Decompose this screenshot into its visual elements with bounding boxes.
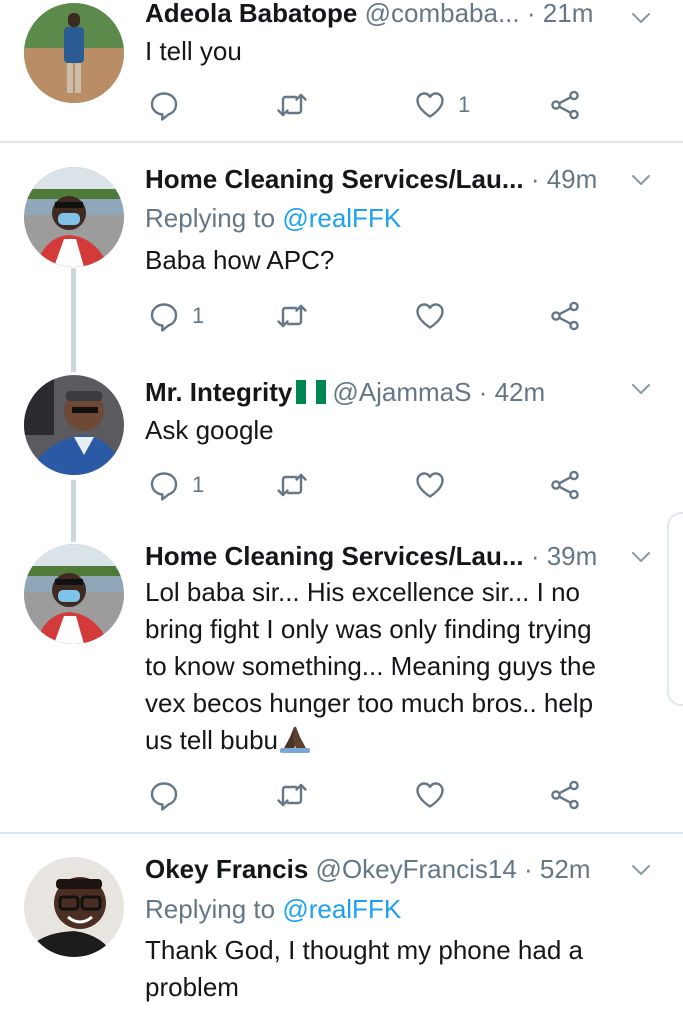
chevron-down-icon[interactable] [629, 377, 653, 401]
tweet-actions: 1 [145, 465, 605, 505]
retweet-button[interactable] [276, 296, 308, 336]
tweet-text-line: to know something... Meaning guys the [145, 651, 596, 681]
user-handle[interactable]: @combaba... [365, 0, 520, 28]
tweet-text-line: us tell bubu [145, 725, 278, 755]
reply-button[interactable] [148, 775, 180, 815]
reply-icon [148, 300, 180, 332]
display-name[interactable]: Adeola Babatope [145, 0, 357, 28]
avatar[interactable] [24, 167, 124, 267]
tweet-text-line: vex becos hunger too much bros.. help [145, 688, 594, 718]
chevron-down-icon[interactable] [629, 168, 653, 192]
tweet-text-line-last: us tell bubu [145, 722, 655, 759]
tweet-text: Ask google [145, 415, 274, 445]
replying-to-label: Replying to [145, 894, 276, 924]
tweet-text-line: Thank God, I thought my phone had a [145, 935, 583, 965]
tweet-header: Adeola Babatope @combaba... · 21m [145, 0, 643, 30]
heart-icon [414, 300, 446, 332]
mention-link[interactable]: @realFFK [282, 203, 401, 233]
praying-hands-emoji [279, 727, 310, 753]
avatar[interactable] [24, 375, 124, 475]
tweet-text: Thank God, I thought my phone had a prob… [145, 932, 655, 1006]
reply-icon [148, 89, 180, 121]
like-button[interactable]: 1 [414, 85, 470, 125]
retweet-icon [276, 779, 308, 811]
tweet-text-line: problem [145, 972, 239, 1002]
display-name[interactable]: Mr. Integrity [145, 377, 292, 407]
avatar[interactable] [24, 3, 124, 103]
user-handle[interactable]: @OkeyFrancis14 [316, 854, 517, 884]
heart-icon [414, 89, 446, 121]
reply-icon [148, 469, 180, 501]
separator-dot: · [526, 0, 536, 28]
replying-to: Replying to @realFFK [145, 201, 401, 235]
share-icon [549, 89, 581, 121]
like-button[interactable] [414, 296, 446, 336]
scroll-handle[interactable] [667, 512, 683, 706]
chevron-down-icon[interactable] [629, 858, 653, 882]
tweet[interactable]: Okey Francis @OkeyFrancis14 · 52m Replyi… [0, 834, 683, 1023]
retweet-icon [276, 300, 308, 332]
like-button[interactable] [414, 775, 446, 815]
tweet-text: Lol baba sir... His excellence sir... I … [145, 574, 655, 759]
chevron-down-icon[interactable] [629, 545, 653, 569]
reply-count: 1 [192, 472, 205, 497]
retweet-button[interactable] [276, 775, 308, 815]
timestamp[interactable]: 42m [495, 377, 546, 407]
avatar[interactable] [24, 857, 124, 957]
tweet[interactable]: Home Cleaning Services/Lau... · 39m Lol … [0, 538, 683, 828]
like-count: 1 [458, 92, 471, 117]
reply-button[interactable]: 1 [148, 465, 204, 505]
retweet-icon [276, 469, 308, 501]
retweet-button[interactable] [276, 465, 308, 505]
tweet-text: Baba how APC? [145, 245, 335, 275]
share-icon [549, 469, 581, 501]
tweet-actions [145, 775, 605, 815]
nigeria-flag-icon [296, 378, 327, 404]
separator-dot: · [524, 854, 533, 884]
reply-count: 1 [192, 303, 205, 328]
user-handle[interactable]: @AjammaS [332, 377, 471, 407]
tweet[interactable]: Mr. Integrity @AjammaS · 42m Ask google 1 [0, 360, 683, 525]
display-name[interactable]: Home Cleaning Services/Lau... [145, 164, 524, 194]
separator-dot: · [530, 164, 540, 194]
tweet-text: I tell you [145, 36, 242, 66]
chevron-down-icon[interactable] [629, 6, 653, 30]
share-button[interactable] [549, 775, 581, 815]
tweet-text-line: bring fight I only was only finding tryi… [145, 614, 592, 644]
reply-icon [148, 779, 180, 811]
timestamp[interactable]: 39m [547, 541, 598, 571]
share-button[interactable] [549, 85, 581, 125]
tweet-header: Okey Francis @OkeyFrancis14 · 52m [145, 852, 643, 886]
tweet-actions: 1 [145, 296, 605, 336]
tweet-header: Home Cleaning Services/Lau... · 49m [145, 162, 643, 196]
replying-to-label: Replying to [145, 203, 276, 233]
avatar[interactable] [24, 544, 124, 644]
tweet[interactable]: Adeola Babatope @combaba... · 21m I tell… [0, 0, 683, 140]
timestamp[interactable]: 52m [540, 854, 591, 884]
retweet-icon [276, 89, 308, 121]
reply-button[interactable] [148, 85, 180, 125]
tweet-actions: 1 [145, 85, 605, 125]
like-button[interactable] [414, 465, 446, 505]
timestamp[interactable]: 21m [543, 0, 594, 28]
tweet-header: Home Cleaning Services/Lau... · 39m [145, 539, 643, 573]
share-icon [549, 779, 581, 811]
share-button[interactable] [549, 465, 581, 505]
display-name[interactable]: Home Cleaning Services/Lau... [145, 541, 524, 571]
tweet-text-line: Lol baba sir... His excellence sir... I … [145, 577, 580, 607]
tweet-header: Mr. Integrity @AjammaS · 42m [145, 375, 643, 409]
replying-to: Replying to @realFFK [145, 892, 401, 926]
tweet[interactable]: Home Cleaning Services/Lau... · 49m Repl… [0, 143, 683, 348]
mention-link[interactable]: @realFFK [282, 894, 401, 924]
heart-icon [414, 469, 446, 501]
display-name[interactable]: Okey Francis [145, 854, 308, 884]
separator-dot: · [530, 541, 540, 571]
share-icon [549, 300, 581, 332]
share-button[interactable] [549, 296, 581, 336]
retweet-button[interactable] [276, 85, 308, 125]
timestamp[interactable]: 49m [547, 164, 598, 194]
reply-button[interactable]: 1 [148, 296, 204, 336]
separator-dot: · [478, 377, 488, 407]
heart-icon [414, 779, 446, 811]
